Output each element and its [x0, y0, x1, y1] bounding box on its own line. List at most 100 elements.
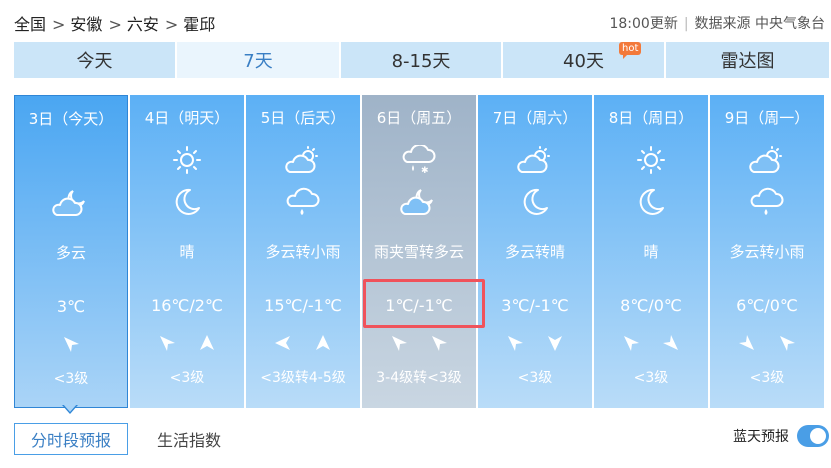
- arrow-upright-icon: [60, 333, 82, 355]
- night-icon-row: [362, 187, 476, 217]
- blue-sky-toggle-label: 蓝天预报: [733, 429, 789, 445]
- arrow-upright-icon: [620, 332, 642, 354]
- day-icon-row: [246, 145, 360, 175]
- bottom-tabs: 分时段预报 生活指数 蓝天预报: [14, 423, 831, 455]
- day-icon-row: [594, 145, 708, 175]
- day-icon-row: [130, 145, 244, 175]
- day-card[interactable]: 5日（后天） 多云转小雨 15℃/-1℃ <3级转4-5级: [246, 95, 360, 408]
- arrow-upleft-icon: [660, 332, 682, 354]
- divider: |: [683, 16, 689, 32]
- weather-text: 雨夹雪转多云: [373, 243, 464, 261]
- wind-direction: [362, 332, 476, 354]
- wind-level: <3级: [633, 370, 669, 386]
- night-icon-row: [246, 187, 360, 217]
- day-card[interactable]: 6日（周五） ✱ 雨夹雪转多云 1℃/-1℃ 3-4级转<3级: [362, 95, 476, 408]
- night-icon-row: [710, 187, 824, 217]
- day-date: 3日（今天）: [28, 110, 114, 128]
- hot-badge: hot: [619, 42, 642, 59]
- tab-today[interactable]: 今天: [14, 42, 177, 78]
- tab-40days[interactable]: 40天 hot: [503, 42, 666, 78]
- temperature: 8℃/0℃: [620, 296, 682, 315]
- day-date: 6日（周五）: [376, 109, 462, 127]
- tab-7days[interactable]: 7天: [177, 42, 341, 78]
- tab-40days-label: 40天: [563, 51, 604, 72]
- weather-text: 多云转小雨: [729, 243, 805, 261]
- seven-day-forecast: 3日（今天） 多云 3℃ <3级 4日（明天） 晴 16℃/2℃ <3级 5日（后天） 多云转小雨…: [14, 95, 826, 408]
- moon-icon: [639, 188, 664, 215]
- light-rain-icon: [750, 187, 784, 215]
- wind-level: <3级: [749, 370, 785, 386]
- breadcrumb: 全国 > 安徽 > 六安 > 霍邱: [14, 11, 219, 35]
- partly-cloudy-night-icon: [400, 189, 433, 215]
- day-card[interactable]: 7日（周六） 多云转晴 3℃/-1℃ <3级: [478, 95, 592, 408]
- wind-direction: [130, 332, 244, 354]
- tab-radar[interactable]: 雷达图: [666, 42, 829, 78]
- arrow-left-icon: [272, 332, 294, 354]
- night-icon-row: [594, 187, 708, 217]
- wind-level: 3-4级转<3级: [376, 370, 462, 386]
- breadcrumb-separator: >: [108, 15, 122, 34]
- arrow-upleft-icon: [736, 332, 758, 354]
- day-card[interactable]: 3日（今天） 多云 3℃ <3级: [14, 95, 128, 408]
- weather-text: 晴: [179, 243, 195, 261]
- tab-8-15days[interactable]: 8-15天: [341, 42, 503, 78]
- sleet-icon: ✱: [402, 145, 436, 175]
- day-date: 4日（明天）: [144, 109, 230, 127]
- tab-life-index[interactable]: 生活指数: [144, 423, 234, 455]
- breadcrumb-item-current: 霍邱: [183, 15, 216, 34]
- sun-icon: [637, 146, 665, 174]
- day-icon-row: [710, 145, 824, 175]
- forecast-tabs: 今天 7天 8-15天 40天 hot 雷达图: [14, 42, 831, 78]
- temperature: 3℃: [56, 297, 86, 316]
- wind-level: <3级: [53, 371, 89, 387]
- temperature: 15℃/-1℃: [264, 296, 342, 315]
- breadcrumb-separator: >: [52, 15, 66, 34]
- temperature: 6℃/0℃: [736, 296, 798, 315]
- arrow-up-icon: [312, 332, 334, 354]
- day-card[interactable]: 8日（周日） 晴 8℃/0℃ <3级: [594, 95, 708, 408]
- breadcrumb-item[interactable]: 六安: [127, 15, 159, 34]
- weather-text: 多云: [55, 244, 86, 262]
- toggle-knob: [810, 428, 826, 444]
- breadcrumb-item[interactable]: 全国: [14, 15, 46, 34]
- wind-level: <3级: [517, 370, 553, 386]
- arrow-upright-icon: [156, 332, 178, 354]
- tab-hourly-forecast[interactable]: 分时段预报: [14, 423, 128, 455]
- arrow-upright-icon: [504, 332, 526, 354]
- arrow-upright-icon: [776, 332, 798, 354]
- breadcrumb-item[interactable]: 安徽: [70, 15, 102, 34]
- day-card[interactable]: 4日（明天） 晴 16℃/2℃ <3级: [130, 95, 244, 408]
- wind-direction: [594, 332, 708, 354]
- light-rain-icon: [286, 187, 320, 215]
- data-source: 数据来源 中央气象台: [694, 16, 825, 32]
- night-icon-row: [478, 187, 592, 217]
- weather-text: 多云转晴: [504, 243, 565, 261]
- day-card[interactable]: 9日（周一） 多云转小雨 6℃/0℃ <3级: [710, 95, 824, 408]
- update-info: 18:00更新 | 数据来源 中央气象台: [609, 13, 825, 33]
- partly-cloudy-night-icon: [52, 190, 85, 216]
- day-icon-row: ✱: [362, 145, 476, 175]
- arrow-upright-icon: [428, 332, 450, 354]
- partly-cloudy-icon: [517, 146, 550, 173]
- wind-direction: [15, 333, 127, 355]
- moon-icon: [175, 188, 200, 215]
- arrow-up-icon: [196, 332, 218, 354]
- wind-level: <3级: [169, 370, 205, 386]
- weather-text: 晴: [643, 243, 659, 261]
- temperature: 3℃/-1℃: [501, 296, 569, 315]
- wind-direction: [710, 332, 824, 354]
- highlight-box: [363, 279, 485, 328]
- temperature: 16℃/2℃: [151, 296, 223, 315]
- breadcrumb-separator: >: [164, 15, 179, 34]
- wind-level: <3级转4-5级: [260, 370, 346, 386]
- day-date: 9日（周一）: [724, 109, 810, 127]
- toggle-switch[interactable]: [797, 425, 829, 447]
- moon-icon: [523, 188, 548, 215]
- svg-text:✱: ✱: [421, 166, 429, 175]
- partly-cloudy-icon: [749, 146, 782, 173]
- arrow-down-icon: [544, 332, 566, 354]
- day-date: 7日（周六）: [492, 109, 578, 127]
- blue-sky-toggle[interactable]: 蓝天预报: [733, 425, 829, 447]
- update-time: 18:00更新: [609, 16, 678, 32]
- wind-direction: [478, 332, 592, 354]
